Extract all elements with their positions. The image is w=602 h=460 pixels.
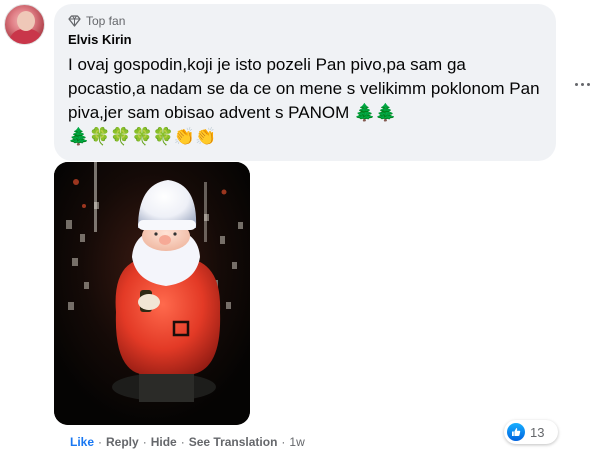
more-options-icon[interactable] [571,78,593,90]
thumbs-up-icon [507,423,525,441]
comment-emoji-row: 🌲🍀🍀🍀🍀👏👏 [68,127,217,146]
santa-figure-image [54,162,250,425]
dot [574,82,578,86]
comment-body: I ovaj gospodin,koji je isto pozeli Pan … [68,55,545,122]
comment-actions: Like · Reply · Hide · See Translation · … [70,433,305,451]
badge-label: Top fan [86,14,126,28]
comment-emoji-inline: 🌲🌲 [353,103,397,122]
avatar-face [17,11,35,31]
reaction-count[interactable]: 13 [504,420,558,444]
comment-timestamp[interactable]: 1w [289,435,304,449]
comment-bubble: Top fan Elvis Kirin I ovaj gospodin,koji… [54,4,556,161]
separator: · [180,435,185,449]
dot [586,82,590,86]
reaction-count-label: 13 [530,424,545,440]
separator: · [142,435,147,449]
comment-photo[interactable] [54,162,250,425]
avatar-body [9,29,43,44]
comment-text: I ovaj gospodin,koji je isto pozeli Pan … [68,53,548,149]
like-button[interactable]: Like [70,435,94,449]
separator: · [98,435,103,449]
top-fan-badge[interactable]: Top fan [68,12,544,30]
diamond-icon [68,15,81,27]
dot [580,82,584,86]
see-translation-button[interactable]: See Translation [189,435,278,449]
comment-author[interactable]: Elvis Kirin [68,32,544,49]
reply-button[interactable]: Reply [106,435,139,449]
hide-button[interactable]: Hide [151,435,177,449]
separator: · [281,435,286,449]
commenter-avatar[interactable] [4,4,45,45]
